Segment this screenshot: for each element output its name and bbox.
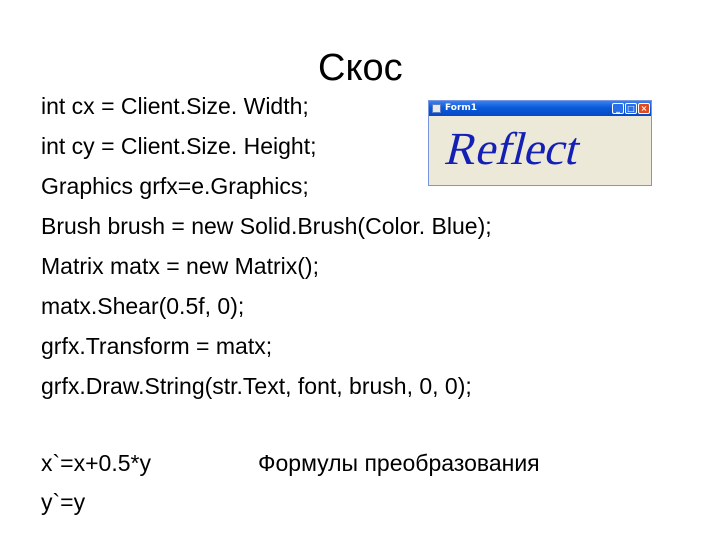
slide-title: Скос — [318, 47, 403, 89]
minimize-icon[interactable]: _ — [612, 103, 624, 114]
form-window-screenshot: Form1 _ □ × Reflect — [428, 100, 652, 186]
code-listing: int cx = Client.Size. Width; int cy = Cl… — [41, 86, 492, 406]
formulas-caption: Формулы преобразования — [258, 450, 540, 476]
code-line: Matrix matx = new Matrix(); — [41, 253, 319, 279]
code-line: int cy = Client.Size. Height; — [41, 133, 317, 159]
sheared-text: Reflect — [440, 123, 587, 174]
form-title: Form1 — [445, 103, 478, 113]
code-line: int cx = Client.Size. Width; — [41, 93, 309, 119]
formula-y: y`=y — [41, 489, 86, 515]
close-icon[interactable]: × — [638, 103, 650, 114]
maximize-icon[interactable]: □ — [625, 103, 637, 114]
code-line: grfx.Transform = matx; — [41, 333, 273, 359]
form-client-area: Reflect — [432, 117, 648, 182]
app-icon — [432, 104, 441, 113]
code-line: grfx.Draw.String(str.Text, font, brush, … — [41, 373, 472, 399]
code-line: matx.Shear(0.5f, 0); — [41, 293, 245, 319]
form-titlebar: Form1 _ □ × — [429, 101, 651, 116]
code-line: Brush brush = new Solid.Brush(Color. Blu… — [41, 213, 492, 239]
code-line: Graphics grfx=e.Graphics; — [41, 173, 309, 199]
formula-x: x`=x+0.5*y — [41, 450, 151, 476]
